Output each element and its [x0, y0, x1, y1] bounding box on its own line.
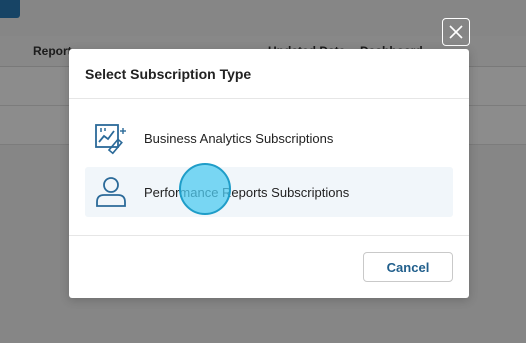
dialog-title: Select Subscription Type [85, 66, 252, 82]
close-icon [449, 25, 463, 39]
dialog-divider [69, 235, 469, 236]
option-performance-reports[interactable]: Performance Reports Subscriptions [85, 167, 453, 217]
analytics-chart-icon [89, 120, 133, 156]
option-business-analytics[interactable]: Business Analytics Subscriptions [85, 113, 453, 163]
user-icon [89, 175, 133, 209]
option-label: Business Analytics Subscriptions [144, 130, 334, 146]
dialog-divider [69, 98, 469, 99]
option-label: Performance Reports Subscriptions [144, 184, 350, 200]
cancel-button[interactable]: Cancel [363, 252, 453, 282]
close-button[interactable] [442, 18, 470, 46]
subscription-type-dialog: Select Subscription Type Business Analyt… [69, 49, 469, 298]
